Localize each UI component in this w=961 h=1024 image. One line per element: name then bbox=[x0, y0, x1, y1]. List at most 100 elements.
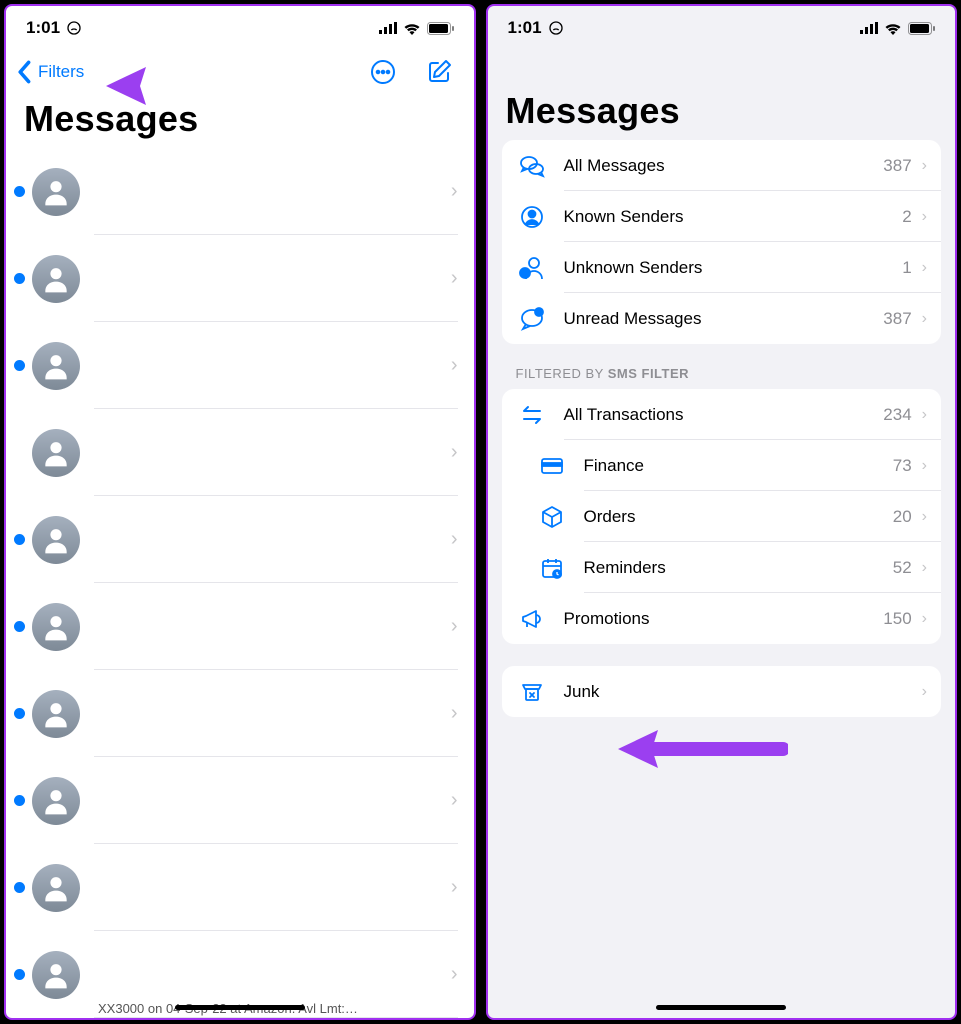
chevron-right-icon: › bbox=[451, 441, 458, 464]
back-filters-button[interactable]: Filters bbox=[16, 60, 84, 84]
filter-transactions[interactable]: All Transactions234› bbox=[502, 389, 942, 440]
back-label: Filters bbox=[38, 62, 84, 82]
chevron-left-icon bbox=[16, 60, 34, 84]
unread-dot bbox=[14, 186, 25, 197]
wifi-icon bbox=[884, 22, 902, 35]
compose-icon[interactable] bbox=[426, 59, 452, 85]
conversation-row[interactable]: › bbox=[6, 148, 474, 235]
unknown-icon: ? bbox=[518, 254, 546, 282]
svg-text:?: ? bbox=[522, 271, 526, 278]
avatar bbox=[32, 603, 80, 651]
home-indicator[interactable] bbox=[656, 1005, 786, 1010]
status-time: 1:01 bbox=[26, 18, 60, 38]
transactions-icon bbox=[518, 401, 546, 429]
avatar bbox=[32, 168, 80, 216]
conversation-row[interactable]: › bbox=[6, 757, 474, 844]
filter-label: Promotions bbox=[564, 609, 884, 629]
filter-label: Junk bbox=[564, 682, 922, 702]
filter-finance[interactable]: Finance73› bbox=[502, 440, 942, 491]
phone-messages-list: 1:01 Filters Messages ››››››››››XX3000 o… bbox=[4, 4, 476, 1020]
filter-orders[interactable]: Orders20 › bbox=[502, 491, 942, 542]
conversation-row[interactable]: › bbox=[6, 583, 474, 670]
chevron-right-icon: › bbox=[922, 259, 927, 277]
ellipsis-circle-icon[interactable] bbox=[370, 59, 396, 85]
filter-known[interactable]: Known Senders2› bbox=[502, 191, 942, 242]
home-indicator[interactable] bbox=[175, 1005, 305, 1010]
chevron-right-icon: › bbox=[451, 615, 458, 638]
promotions-icon bbox=[518, 605, 546, 633]
unread-dot bbox=[14, 795, 25, 806]
avatar bbox=[32, 690, 80, 738]
chevron-right-icon: › bbox=[451, 528, 458, 551]
wifi-icon bbox=[403, 22, 421, 35]
battery-icon bbox=[427, 22, 454, 35]
orders-icon bbox=[538, 503, 566, 531]
conversation-row[interactable]: › bbox=[6, 844, 474, 931]
finance-icon bbox=[538, 452, 566, 480]
status-time: 1:01 bbox=[508, 18, 542, 38]
page-title: Messages bbox=[6, 94, 474, 148]
unread-icon bbox=[518, 305, 546, 333]
annotation-arrow-junk bbox=[618, 724, 788, 774]
filter-label: Orders bbox=[584, 507, 893, 527]
conversation-row[interactable]: › bbox=[6, 235, 474, 322]
chevron-right-icon: › bbox=[922, 683, 927, 701]
conversation-row[interactable]: › bbox=[6, 409, 474, 496]
chevron-right-icon: › bbox=[451, 267, 458, 290]
status-indicators bbox=[860, 22, 935, 35]
filter-label: Known Senders bbox=[564, 207, 903, 227]
chevron-right-icon: › bbox=[922, 208, 927, 226]
chevron-right-icon: › bbox=[451, 963, 458, 986]
filter-promotions[interactable]: Promotions150› bbox=[502, 593, 942, 644]
known-icon bbox=[518, 203, 546, 231]
unread-dot bbox=[14, 534, 25, 545]
chevron-right-icon: › bbox=[922, 310, 927, 328]
location-icon bbox=[66, 20, 82, 36]
filter-reminders[interactable]: Reminders52› bbox=[502, 542, 942, 593]
filter-section-header: FILTERED BY SMS FILTER bbox=[488, 344, 956, 389]
reminders-icon bbox=[538, 554, 566, 582]
filter-group-main: All Messages387›Known Senders2›?Unknown … bbox=[502, 140, 942, 344]
unread-dot bbox=[14, 882, 25, 893]
chevron-right-icon: › bbox=[922, 559, 927, 577]
conversation-row[interactable]: › bbox=[6, 322, 474, 409]
chevron-right-icon: › bbox=[451, 354, 458, 377]
battery-icon bbox=[908, 22, 935, 35]
filter-count: 387 bbox=[883, 156, 911, 176]
junk-icon bbox=[518, 678, 546, 706]
filter-group-junk: Junk › bbox=[502, 666, 942, 717]
phone-filters-list: 1:01 Messages All Messages387›Known Send… bbox=[486, 4, 958, 1020]
filter-label: Unread Messages bbox=[564, 309, 884, 329]
conversation-row[interactable]: › bbox=[6, 670, 474, 757]
conversation-row[interactable]: › bbox=[6, 496, 474, 583]
filter-all[interactable]: All Messages387 › bbox=[502, 140, 942, 191]
chevron-right-icon: › bbox=[451, 180, 458, 203]
conversation-list[interactable]: ››››››››››XX3000 on 04-Sep-22 at Amazon.… bbox=[6, 148, 474, 1018]
unread-dot bbox=[14, 273, 25, 284]
avatar bbox=[32, 864, 80, 912]
filter-unread[interactable]: Unread Messages387› bbox=[502, 293, 942, 344]
filter-unknown[interactable]: ?Unknown Senders1› bbox=[502, 242, 942, 293]
chevron-right-icon: › bbox=[451, 876, 458, 899]
status-bar: 1:01 bbox=[488, 6, 956, 50]
filter-junk[interactable]: Junk › bbox=[502, 666, 942, 717]
cell-signal-icon bbox=[860, 22, 878, 34]
filter-count: 52 bbox=[893, 558, 912, 578]
filter-count: 20 bbox=[893, 507, 912, 527]
location-icon bbox=[548, 20, 564, 36]
chevron-right-icon: › bbox=[922, 157, 927, 175]
chevron-right-icon: › bbox=[922, 508, 927, 526]
avatar bbox=[32, 516, 80, 564]
unread-dot bbox=[14, 969, 25, 980]
avatar bbox=[32, 429, 80, 477]
cell-signal-icon bbox=[379, 22, 397, 34]
filter-count: 73 bbox=[893, 456, 912, 476]
all-icon bbox=[518, 152, 546, 180]
filter-label: All Transactions bbox=[564, 405, 884, 425]
filter-label: All Messages bbox=[564, 156, 884, 176]
chevron-right-icon: › bbox=[451, 789, 458, 812]
filter-count: 234 bbox=[883, 405, 911, 425]
filter-count: 1 bbox=[902, 258, 911, 278]
avatar bbox=[32, 777, 80, 825]
chevron-right-icon: › bbox=[451, 702, 458, 725]
